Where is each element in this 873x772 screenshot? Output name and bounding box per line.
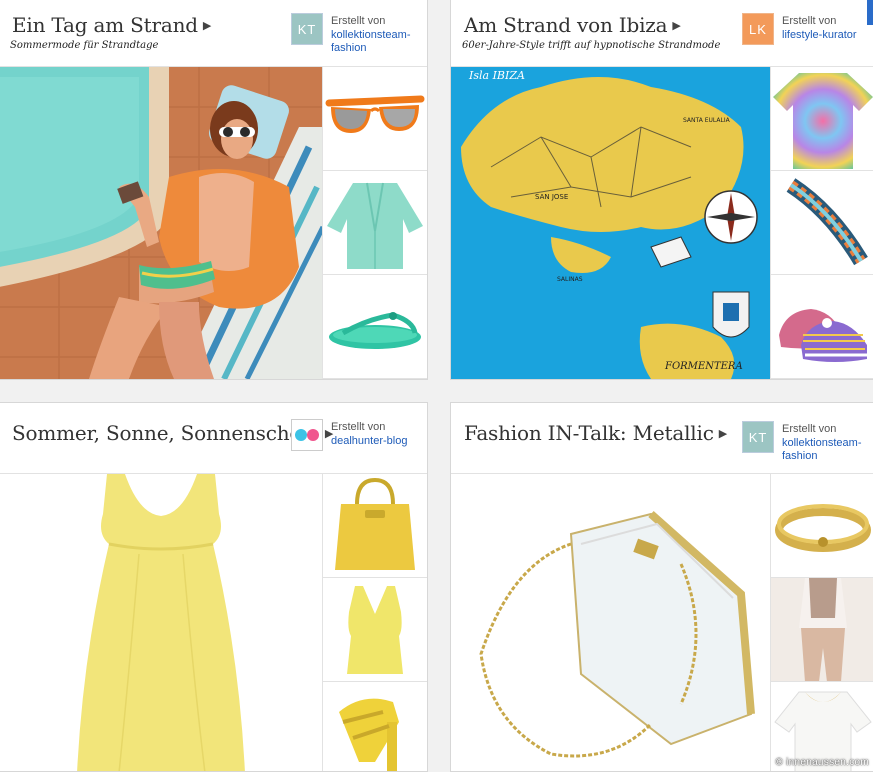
creator-link[interactable]: dealhunter-blog	[331, 435, 427, 448]
collection-title[interactable]: Ein Tag am Strand ▶	[12, 13, 211, 37]
scroll-indicator	[867, 0, 873, 25]
creator-avatar[interactable]	[291, 419, 323, 451]
collection-card: Fashion IN-Talk: Metallic ▶ KT Erstellt v…	[450, 402, 873, 772]
collection-card: Am Strand von Ibiza ▶ 60er-Jahre-Style tr…	[450, 0, 873, 380]
thumbnail-column	[322, 474, 427, 771]
creator-info: KT Erstellt von kollektionsteam-fashion	[742, 421, 873, 465]
thumb-striped-sneakers[interactable]	[771, 275, 873, 379]
map-label: SALINAS	[557, 276, 583, 283]
creator-info: LK Erstellt von lifestyle-kurator	[742, 13, 873, 57]
created-by-label: Erstellt von	[331, 421, 386, 433]
created-by-label: Erstellt von	[782, 15, 837, 27]
map-label: FORMENTERA	[664, 361, 743, 372]
collection-subtitle: Sommermode für Strandtage	[10, 40, 159, 51]
thumb-orange-sunglasses[interactable]	[323, 67, 427, 171]
creator-link[interactable]: kollektionsteam-fashion	[782, 437, 873, 463]
creator-info: Erstellt von dealhunter-blog	[291, 419, 427, 463]
thumb-yellow-top[interactable]	[323, 578, 427, 682]
collection-card: Sommer, Sonne, Sonnenschein ▶ Erstellt vo…	[0, 402, 428, 772]
thumb-sequin-blouse-outfit[interactable]	[771, 578, 873, 682]
creator-avatar[interactable]: KT	[742, 421, 774, 453]
card-header: Sommer, Sonne, Sonnenschein ▶ Erstellt vo…	[0, 403, 427, 474]
watermark: © innenaussen.com	[775, 757, 869, 768]
creator-link[interactable]: kollektionsteam-fashion	[331, 29, 427, 55]
map-label: Isla IBIZA	[468, 69, 525, 82]
collection-card: Ein Tag am Strand ▶ Sommermode für Strand…	[0, 0, 428, 380]
created-by-label: Erstellt von	[782, 423, 837, 435]
card-header: Fashion IN-Talk: Metallic ▶ KT Erstellt v…	[451, 403, 873, 474]
play-arrow-icon: ▶	[718, 427, 727, 440]
thumb-yellow-handbag[interactable]	[323, 474, 427, 578]
creator-avatar[interactable]: KT	[291, 13, 323, 45]
map-label: SANTA EULALIA	[683, 117, 731, 124]
collection-title[interactable]: Am Strand von Ibiza ▶	[464, 13, 681, 37]
thumb-tie-dye-shirt[interactable]	[771, 67, 873, 171]
creator-link[interactable]: lifestyle-kurator	[782, 29, 873, 42]
card-header: Am Strand von Ibiza ▶ 60er-Jahre-Style tr…	[451, 0, 873, 67]
hero-image-ibiza-map[interactable]: Isla IBIZA SAN JOSE SANTA EULALIA SALINA…	[451, 67, 773, 379]
hero-image-yellow-dress[interactable]	[0, 474, 323, 771]
creator-info: KT Erstellt von kollektionsteam-fashion	[291, 13, 427, 57]
hero-image-clear-clutch[interactable]	[451, 474, 773, 771]
thumb-woven-bracelet[interactable]	[771, 171, 873, 275]
thumb-yellow-sandals[interactable]	[323, 682, 427, 771]
thumbnail-column	[322, 67, 427, 379]
thumb-mint-flipflops[interactable]	[323, 275, 427, 379]
hero-image-sunbathing-woman[interactable]	[0, 67, 323, 379]
play-arrow-icon: ▶	[202, 19, 212, 32]
created-by-label: Erstellt von	[331, 15, 386, 27]
collection-title[interactable]: Fashion IN-Talk: Metallic ▶	[464, 421, 727, 445]
play-arrow-icon: ▶	[672, 19, 681, 32]
card-header: Ein Tag am Strand ▶ Sommermode für Strand…	[0, 0, 427, 67]
collection-title[interactable]: Sommer, Sonne, Sonnenschein ▶	[12, 421, 333, 445]
thumb-mint-kimono[interactable]	[323, 171, 427, 275]
thumbnail-column	[770, 67, 873, 379]
collection-subtitle: 60er-Jahre-Style trifft auf hypnotische …	[462, 40, 721, 51]
thumbnail-column	[770, 474, 873, 771]
map-label: SAN JOSE	[535, 193, 568, 201]
creator-avatar[interactable]: LK	[742, 13, 774, 45]
thumb-gold-bangle[interactable]	[771, 474, 873, 578]
